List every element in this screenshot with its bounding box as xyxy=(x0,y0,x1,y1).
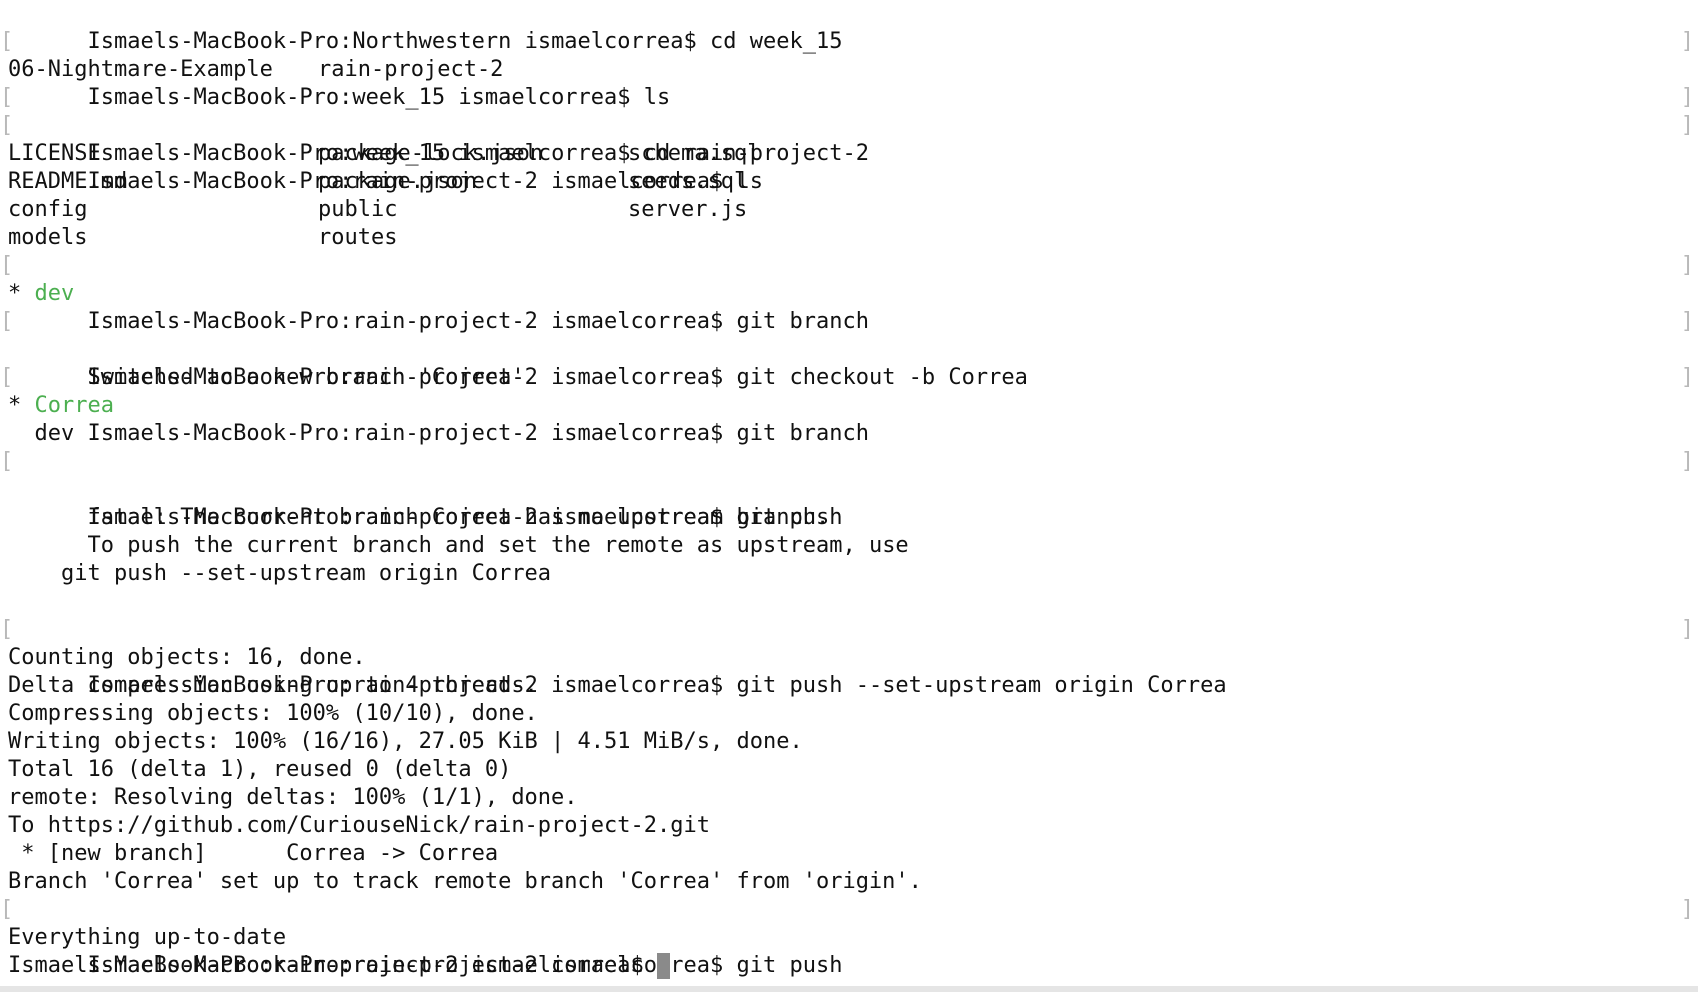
ls-row: config public server.js xyxy=(0,196,1698,224)
line-marker-right: ] xyxy=(1680,897,1694,922)
branch-name: dev xyxy=(8,421,75,446)
line-marker-right: ] xyxy=(1680,85,1694,110)
ls-item: public xyxy=(318,197,398,222)
current-branch-name: Correa xyxy=(34,393,114,418)
line-marker-right: ] xyxy=(1680,309,1694,334)
terminal-line: git push --set-upstream origin Correa xyxy=(0,560,1698,588)
terminal-line: [ Ismaels-MacBook-Pro:week_15 ismaelcorr… xyxy=(0,84,1698,166)
terminal-text: To https://github.com/CuriouseNick/rain-… xyxy=(8,813,710,838)
terminal-line: [ Ismaels-MacBook-Pro:rain-project-2 ism… xyxy=(0,364,1698,446)
terminal-text: Branch 'Correa' set up to track remote b… xyxy=(8,869,922,894)
terminal-text: git push --set-upstream origin Correa xyxy=(8,561,552,586)
terminal-line: To push the current branch and set the r… xyxy=(0,504,1698,558)
ls-item: models xyxy=(8,225,88,250)
line-marker-left: [ xyxy=(0,253,14,278)
terminal-text: Delta compression using up to 4 threads. xyxy=(8,673,538,698)
terminal-text: Writing objects: 100% (16/16), 27.05 KiB… xyxy=(8,729,803,754)
line-marker-right: ] xyxy=(1680,113,1694,138)
line-marker-right: ] xyxy=(1680,617,1694,642)
terminal-line: [ Ismaels-MacBook-Pro:rain-project-2 ism… xyxy=(0,448,1698,530)
terminal-line: Total 16 (delta 1), reused 0 (delta 0) xyxy=(0,756,1698,784)
terminal-text: * [new branch] Correa -> Correa xyxy=(8,841,499,866)
terminal-text: Everything up-to-date xyxy=(8,925,287,950)
line-marker-left: [ xyxy=(0,617,14,642)
ls-item: 06-Nightmare-Example xyxy=(8,57,273,82)
ls-item: routes xyxy=(318,225,398,250)
text-cursor[interactable] xyxy=(656,953,670,979)
terminal-line: * [new branch] Correa -> Correa xyxy=(0,840,1698,868)
terminal-text: remote: Resolving deltas: 100% (1/1), do… xyxy=(8,785,578,810)
terminal-prompt: Ismaels-MacBook-Pro:rain-project-2 ismae… xyxy=(8,953,644,978)
ls-item: schema.sql xyxy=(628,141,761,166)
line-marker-right: ] xyxy=(1680,365,1694,390)
ls-item: server.js xyxy=(628,197,748,222)
terminal-line: Branch 'Correa' set up to track remote b… xyxy=(0,868,1698,896)
ls-item: package-lock.json xyxy=(318,141,544,166)
terminal-line: Ismaels-MacBook-Pro:Northwestern ismaelc… xyxy=(0,0,1698,54)
line-marker-right: ] xyxy=(1680,29,1694,54)
ls-row: models routes xyxy=(0,224,1698,252)
current-branch-name: dev xyxy=(34,281,75,306)
line-marker-left: [ xyxy=(0,29,14,54)
terminal-line: dev xyxy=(0,420,1698,448)
window-bottom-edge xyxy=(0,986,1698,992)
ls-item: package.json xyxy=(318,169,477,194)
terminal-line: Delta compression using up to 4 threads. xyxy=(0,672,1698,700)
terminal-line: Everything up-to-date xyxy=(0,924,1698,952)
ls-row: LICENSE package-lock.json schema.sql xyxy=(0,140,1698,168)
ls-item: rain-project-2 xyxy=(318,57,504,82)
terminal-line: To https://github.com/CuriouseNick/rain-… xyxy=(0,812,1698,840)
terminal-line: Counting objects: 16, done. xyxy=(0,644,1698,672)
terminal-line: remote: Resolving deltas: 100% (1/1), do… xyxy=(0,784,1698,812)
line-marker-right: ] xyxy=(1680,253,1694,278)
current-branch-marker: * xyxy=(8,281,35,306)
ls-row: README.md package.json seeds.sql xyxy=(0,168,1698,196)
terminal-line: * Correa xyxy=(0,392,1698,420)
terminal-text: Total 16 (delta 1), reused 0 (delta 0) xyxy=(8,757,512,782)
ls-item: LICENSE xyxy=(8,141,101,166)
terminal-window[interactable]: Ismaels-MacBook-Pro:Northwestern ismaelc… xyxy=(0,0,1698,992)
terminal-line: [ Ismaels-MacBook-Pro:rain-project-2 ism… xyxy=(0,112,1698,194)
terminal-line: [ Ismaels-MacBook-Pro:rain-project-2 ism… xyxy=(0,252,1698,334)
line-marker-left: [ xyxy=(0,309,14,334)
ls-item: seeds.sql xyxy=(628,169,748,194)
current-branch-marker: * xyxy=(8,393,35,418)
terminal-line: [ Ismaels-MacBook-Pro:rain-project-2 ism… xyxy=(0,308,1698,390)
terminal-line: Writing objects: 100% (16/16), 27.05 KiB… xyxy=(0,728,1698,756)
line-marker-left: [ xyxy=(0,365,14,390)
terminal-prompt-line[interactable]: Ismaels-MacBook-Pro:rain-project-2 ismae… xyxy=(0,952,1698,980)
terminal-text: Counting objects: 16, done. xyxy=(8,645,366,670)
terminal-line: * dev xyxy=(0,280,1698,308)
ls-item: README.md xyxy=(8,169,128,194)
terminal-line: [ Ismaels-MacBook-Pro:week_15 ismaelcorr… xyxy=(0,28,1698,110)
terminal-line: fatal: The current branch Correa has no … xyxy=(0,476,1698,530)
ls-item: config xyxy=(8,197,88,222)
line-marker-right: ] xyxy=(1680,449,1694,474)
terminal-line: Switched to a new branch 'Correa' xyxy=(0,336,1698,390)
terminal-line: 06-Nightmare-Example rain-project-2 xyxy=(0,56,1698,84)
terminal-line: [ Ismaels-MacBook-Pro:rain-project-2 ism… xyxy=(0,616,1698,698)
terminal-line: [ Ismaels-MacBook-Pro:rain-project-2 ism… xyxy=(0,896,1698,978)
terminal-line: Compressing objects: 100% (10/10), done. xyxy=(0,700,1698,728)
line-marker-left: [ xyxy=(0,113,14,138)
line-marker-left: [ xyxy=(0,85,14,110)
line-marker-left: [ xyxy=(0,897,14,922)
terminal-output[interactable]: Ismaels-MacBook-Pro:Northwestern ismaelc… xyxy=(0,0,1698,980)
terminal-text: Compressing objects: 100% (10/10), done. xyxy=(8,701,538,726)
line-marker-left: [ xyxy=(0,449,14,474)
